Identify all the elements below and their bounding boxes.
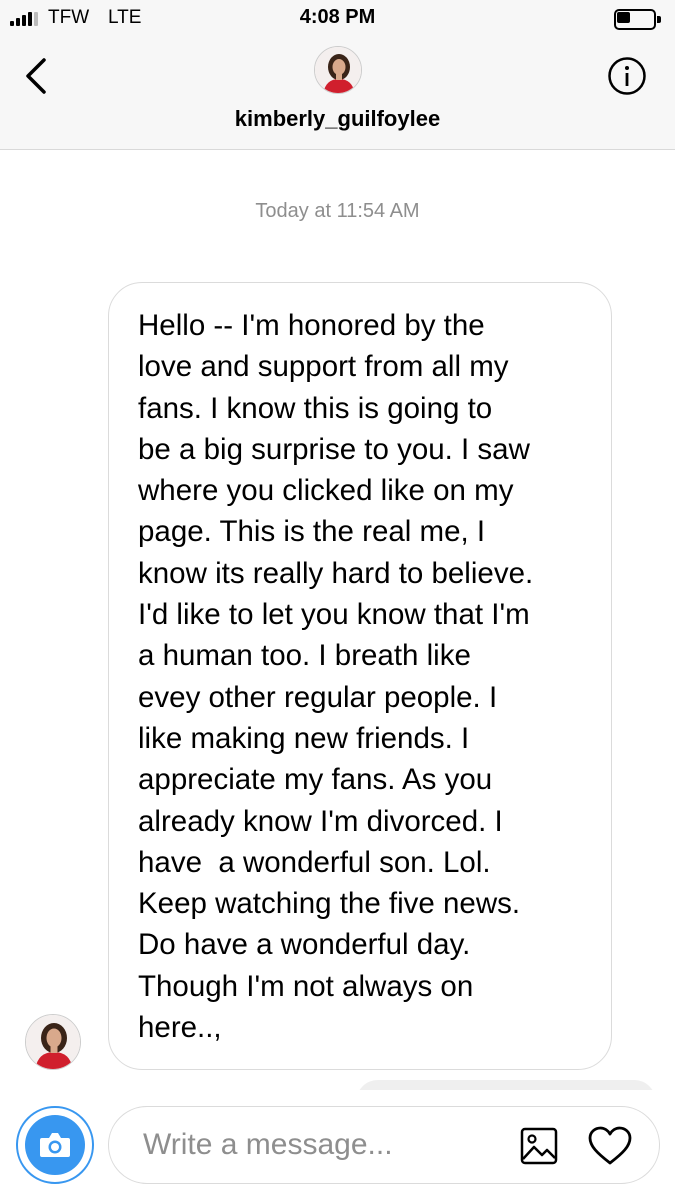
- profile-photo-icon: [315, 47, 361, 93]
- info-button[interactable]: [607, 56, 647, 96]
- sender-avatar[interactable]: [25, 1014, 81, 1070]
- chevron-left-icon: [26, 58, 46, 94]
- like-button[interactable]: [587, 1125, 633, 1167]
- heart-icon: [588, 1126, 632, 1165]
- gallery-button[interactable]: [519, 1126, 559, 1166]
- message-input[interactable]: [143, 1121, 503, 1169]
- image-icon: [520, 1127, 558, 1165]
- camera-button[interactable]: [16, 1106, 94, 1184]
- contact-avatar[interactable]: [314, 46, 362, 94]
- status-bar: TFW LTE 4:08 PM: [0, 0, 675, 38]
- message-text: Hello -- I'm honored by the love and sup…: [138, 309, 534, 1045]
- message-timestamp: Today at 11:54 AM: [255, 200, 420, 222]
- status-time: 4:08 PM: [299, 6, 376, 28]
- battery-icon: [614, 9, 661, 30]
- camera-icon: [40, 1133, 70, 1157]
- conversation-header: kimberly_guilfoylee: [0, 38, 675, 150]
- contact-username[interactable]: kimberly_guilfoylee: [0, 106, 675, 132]
- message-bubble[interactable]: Hello -- I'm honored by the love and sup…: [108, 282, 612, 1070]
- message-composer: [108, 1106, 660, 1184]
- back-button[interactable]: [20, 54, 56, 98]
- info-icon: [608, 57, 646, 95]
- profile-photo-icon: [26, 1015, 80, 1069]
